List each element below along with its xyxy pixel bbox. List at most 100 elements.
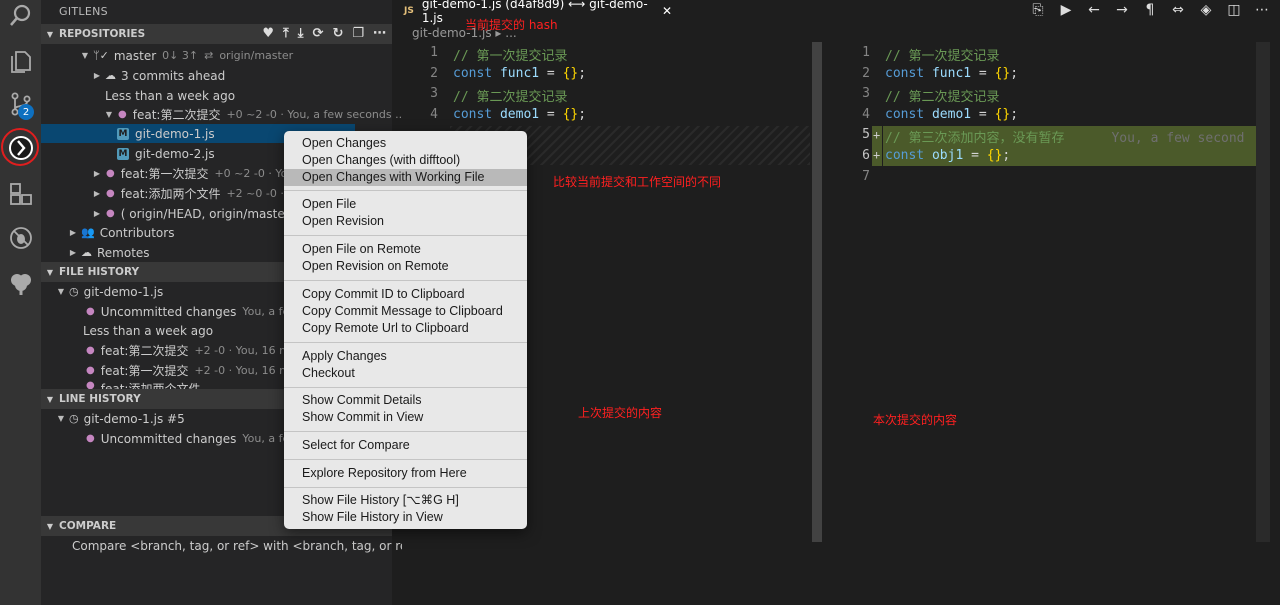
- js-file-icon: JS: [404, 6, 414, 16]
- menu-item-open-file-remote[interactable]: Open File on Remote: [284, 241, 527, 258]
- compare-icon[interactable]: ⇔: [1164, 2, 1192, 18]
- menu-item-explore-repository[interactable]: Explore Repository from Here: [284, 465, 527, 482]
- menu-item-copy-commit-message[interactable]: Copy Commit Message to Clipboard: [284, 303, 527, 320]
- right-code-line[interactable]: // 第二次提交记录: [885, 86, 999, 105]
- right-token-kw: const: [885, 65, 925, 81]
- refresh-icon[interactable]: ↻: [332, 26, 343, 41]
- file-modified-icon: M: [117, 127, 129, 140]
- menu-item-open-changes[interactable]: Open Changes: [284, 135, 527, 152]
- left-code-line[interactable]: // 第一次提交记录: [453, 45, 567, 64]
- right-code-line[interactable]: const func1 = {};: [885, 66, 1018, 81]
- menu-item-copy-commit-id[interactable]: Copy Commit ID to Clipboard: [284, 286, 527, 303]
- menu-item-show-commit-in-view[interactable]: Show Commit in View: [284, 409, 527, 426]
- menu-item-checkout[interactable]: Checkout: [284, 365, 527, 382]
- menu-separator: [284, 431, 527, 432]
- activity-bar: 2: [0, 0, 41, 605]
- chevron-down-icon: ▼: [46, 521, 54, 531]
- left-code-line[interactable]: const demo1 = {};: [453, 107, 586, 122]
- menu-item-show-file-history-view[interactable]: Show File History in View: [284, 509, 527, 526]
- scm-badge: 2: [18, 104, 34, 120]
- right-scrollbar[interactable]: [1256, 42, 1270, 542]
- chevron-down-icon: ▼: [105, 110, 113, 119]
- right-code-line[interactable]: // 第三次添加内容，没有暂存 You, a few second: [885, 127, 1245, 146]
- gitlens-icon[interactable]: [7, 134, 35, 162]
- right-line-number: 6: [862, 148, 870, 163]
- left-token-id: demo1: [499, 106, 540, 122]
- right-token-kw: const: [885, 106, 925, 122]
- left-code-line[interactable]: const func1 = {};: [453, 66, 586, 81]
- right-token-br: {}: [994, 106, 1011, 122]
- sync-icon[interactable]: ⟳: [313, 26, 324, 41]
- files-icon[interactable]: [7, 47, 35, 75]
- left-token-end: ;: [578, 65, 587, 81]
- menu-separator: [284, 459, 527, 460]
- left-token-id: func1: [499, 65, 540, 81]
- commit-icon: ●: [118, 109, 127, 120]
- menu-item-show-commit-details[interactable]: Show Commit Details: [284, 392, 527, 409]
- chevron-down-icon: ▼: [46, 394, 54, 404]
- left-line-number: 4: [430, 106, 438, 122]
- right-token-kw: const: [885, 148, 925, 163]
- push-icon[interactable]: ⤒: [283, 26, 289, 41]
- menu-item-open-revision[interactable]: Open Revision: [284, 213, 527, 230]
- menu-separator: [284, 235, 527, 236]
- right-token-end: ;: [1002, 148, 1011, 163]
- search-icon[interactable]: [7, 2, 35, 30]
- repositories-header[interactable]: ▼ REPOSITORIES ♥ ⤒ ⤓ ⟳ ↻ ❐ ⋯: [41, 24, 392, 44]
- heart-icon[interactable]: ♥: [262, 26, 274, 41]
- chevron-down-icon: ▼: [57, 414, 65, 423]
- menu-item-open-changes-difftool[interactable]: Open Changes (with difftool): [284, 152, 527, 169]
- left-code-line[interactable]: // 第二次提交记录: [453, 86, 567, 105]
- arrow-left-icon[interactable]: ←: [1080, 2, 1108, 18]
- play-icon[interactable]: ▶: [1052, 2, 1080, 18]
- collapse-all-icon[interactable]: ❐: [352, 26, 364, 41]
- right-code-line[interactable]: const obj1 = {};: [885, 148, 1010, 163]
- split-editor-icon[interactable]: ◫: [1220, 2, 1248, 18]
- chevron-down-icon: ▼: [46, 29, 54, 39]
- extensions-icon[interactable]: [7, 180, 35, 208]
- commit-icon: ●: [106, 208, 115, 219]
- right-line-number: 1: [862, 45, 870, 60]
- pull-icon[interactable]: ⤓: [298, 26, 304, 41]
- menu-item-copy-remote-url[interactable]: Copy Remote Url to Clipboard: [284, 320, 527, 337]
- commit-row[interactable]: ▼ ● feat:第二次提交 +0 ~2 -0 · You, a few sec…: [41, 105, 454, 124]
- file-modified-icon: M: [117, 147, 129, 160]
- menu-separator: [284, 387, 527, 388]
- tree-icon[interactable]: [7, 270, 35, 298]
- commit-icon: ●: [106, 188, 115, 199]
- left-token-kw: const: [453, 106, 493, 122]
- left-token-end: ;: [578, 106, 587, 122]
- more-icon[interactable]: ⋯: [1248, 2, 1276, 18]
- previous-annotation: 上次提交的内容: [578, 406, 663, 420]
- git-commit-icon[interactable]: ◈: [1192, 2, 1220, 18]
- close-icon[interactable]: ✕: [662, 4, 672, 18]
- right-code-line[interactable]: const demo1 = {};: [885, 107, 1018, 122]
- debug-icon[interactable]: [7, 224, 35, 252]
- arrow-right-icon[interactable]: →: [1108, 2, 1136, 18]
- menu-item-open-file[interactable]: Open File: [284, 196, 527, 213]
- menu-separator: [284, 487, 527, 488]
- commit-icon: ●: [86, 306, 95, 317]
- menu-item-show-file-history[interactable]: Show File History [⌥⌘G H]: [284, 492, 527, 509]
- compare-row[interactable]: Compare <branch, tag, or ref> with <bran…: [41, 536, 423, 555]
- chevron-right-icon: ▶: [69, 228, 77, 237]
- left-scrollbar[interactable]: [812, 42, 822, 542]
- menu-separator: [284, 280, 527, 281]
- more-icon[interactable]: ⋯: [373, 26, 386, 41]
- menu-item-apply-changes[interactable]: Apply Changes: [284, 348, 527, 365]
- open-file-icon[interactable]: ⎘: [1024, 2, 1052, 18]
- breadcrumb[interactable]: git-demo-1.js ▸ ...: [412, 26, 517, 40]
- commit-icon: ●: [86, 345, 95, 356]
- left-token-comment: // 第一次提交记录: [453, 49, 568, 64]
- chevron-right-icon: ▶: [93, 71, 101, 80]
- menu-item-select-for-compare[interactable]: Select for Compare: [284, 437, 527, 454]
- right-code-line[interactable]: // 第一次提交记录: [885, 45, 999, 64]
- right-token-rest: =: [963, 148, 987, 163]
- menu-item-open-revision-remote[interactable]: Open Revision on Remote: [284, 258, 527, 275]
- pilcrow-icon[interactable]: ¶: [1136, 2, 1164, 18]
- right-token-ghost: You, a few second: [1111, 131, 1245, 147]
- menu-item-open-changes-working-file[interactable]: Open Changes with Working File: [284, 169, 527, 186]
- left-token-rest: =: [539, 106, 563, 122]
- branch-row[interactable]: ▼ ᛘ✓ master 0↓ 3↑ ⇄ origin/master: [41, 46, 430, 65]
- ahead-row[interactable]: ▶ ☁ 3 commits ahead: [41, 66, 442, 85]
